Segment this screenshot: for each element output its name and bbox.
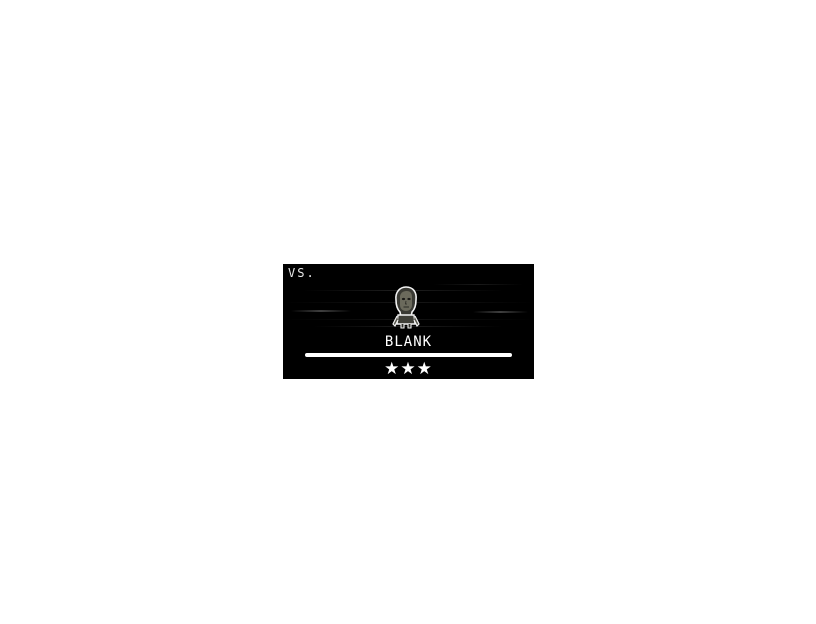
name-divider xyxy=(305,353,512,357)
static-streak xyxy=(473,311,528,313)
static-streak xyxy=(433,284,523,285)
enemy-name: BLANK xyxy=(384,334,433,350)
difficulty-stars: ★★★ xyxy=(384,359,433,379)
vs-label: VS. xyxy=(288,266,316,280)
enemy-portrait-icon xyxy=(392,286,420,329)
game-stage: VS. BLANK ★★★ xyxy=(0,0,816,624)
versus-card: VS. BLANK ★★★ xyxy=(283,264,534,379)
static-streak xyxy=(291,310,351,312)
